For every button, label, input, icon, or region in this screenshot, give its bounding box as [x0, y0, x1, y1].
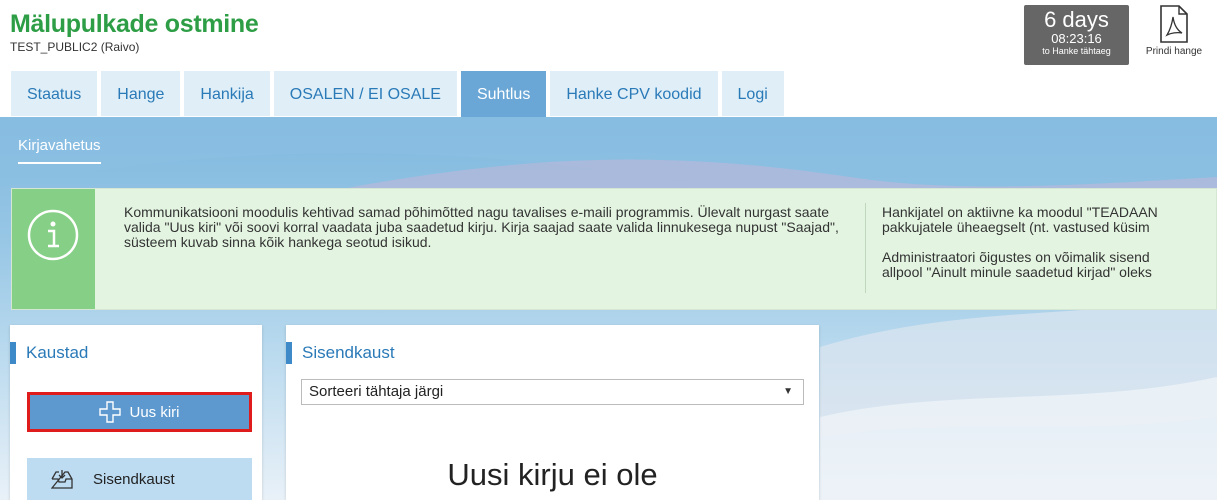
tab-cpv-codes[interactable]: Hanke CPV koodid [550, 71, 718, 116]
info-icon [27, 209, 79, 261]
inbox-folder-button[interactable]: Sisendkaust [27, 458, 252, 500]
folders-title: Kaustad [10, 342, 88, 364]
content-area: Kirjavahetus Kommunikatsiooni moodulis k… [0, 117, 1217, 500]
tab-logi[interactable]: Logi [721, 71, 784, 116]
page-subtitle: TEST_PUBLIC2 (Raivo) [10, 40, 140, 54]
sort-select-value: Sorteeri tähtaja järgi [309, 383, 444, 400]
info-side-line-4: allpool "Ainult minule saadetud kirjad" … [882, 264, 1152, 280]
tab-hankija[interactable]: Hankija [184, 71, 270, 116]
tab-hange[interactable]: Hange [101, 71, 181, 116]
tab-osalen[interactable]: OSALEN / EI OSALE [273, 71, 457, 116]
deadline-countdown: 6 days 08:23:16 to Hanke tähtaeg [1024, 5, 1129, 65]
pdf-icon [1160, 5, 1188, 43]
print-label: Prindi hange [1145, 46, 1203, 57]
info-banner: Kommunikatsiooni moodulis kehtivad samad… [11, 188, 1217, 310]
info-text-main: Kommunikatsiooni moodulis kehtivad samad… [124, 204, 839, 250]
info-icon-box [12, 189, 95, 309]
new-message-label: Uus kiri [129, 403, 180, 421]
print-button[interactable]: Prindi hange [1138, 4, 1210, 57]
countdown-label: to Hanke tähtaeg [1042, 46, 1111, 56]
info-side-line-1: Hankijatel on aktiivne ka moodul "TEADAA… [882, 205, 1158, 220]
countdown-days: 6 days [1044, 7, 1109, 32]
info-side-line-3: Administraatori õigustes on võimalik sis… [882, 249, 1150, 265]
folders-panel: Kaustad Uus kiri Sisendkaust [10, 325, 262, 500]
inbox-icon [51, 470, 73, 489]
main-tabs: Staatus Hange Hankija OSALEN / EI OSALE … [11, 71, 788, 117]
inbox-panel: Sisendkaust Sorteeri tähtaja järgi ▼ Uus… [286, 325, 819, 500]
subtab-kirjavahetus[interactable]: Kirjavahetus [18, 137, 101, 164]
info-divider [865, 203, 866, 293]
inbox-title: Sisendkaust [286, 342, 395, 364]
tab-staatus[interactable]: Staatus [11, 71, 98, 116]
inbox-folder-label: Sisendkaust [93, 470, 175, 488]
plus-icon [99, 401, 122, 423]
new-message-button[interactable]: Uus kiri [27, 392, 252, 432]
info-side-line-2: pakkujatele üheaegselt (nt. vastused küs… [882, 219, 1150, 235]
sort-select[interactable]: Sorteeri tähtaja järgi ▼ [301, 379, 804, 405]
empty-inbox-message: Uusi kirju ei ole [447, 457, 658, 492]
dropdown-arrow-icon: ▼ [783, 386, 793, 397]
info-text-side: Hankijatel on aktiivne ka moodul "TEADAA… [882, 205, 1217, 295]
tab-suhtlus[interactable]: Suhtlus [460, 71, 547, 117]
countdown-time: 08:23:16 [1051, 31, 1102, 46]
page-title: Mälupulkade ostmine [10, 10, 259, 38]
